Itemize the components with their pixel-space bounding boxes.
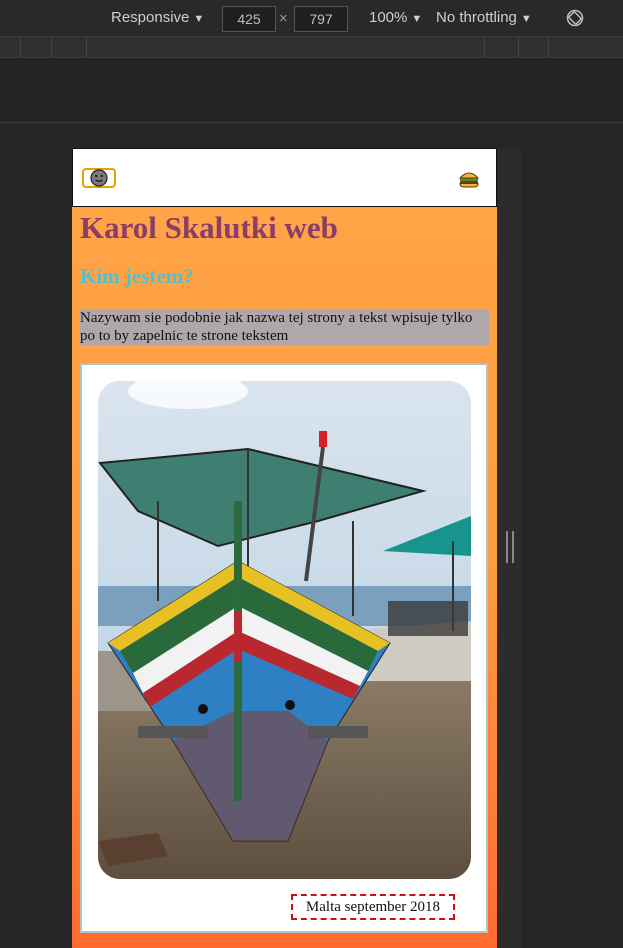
burger-icon[interactable] bbox=[458, 170, 480, 188]
ruler-segment bbox=[51, 37, 52, 57]
device-select-label: Responsive bbox=[111, 9, 190, 26]
navbar bbox=[72, 148, 497, 207]
media-query-bar bbox=[0, 37, 623, 58]
smiley-face-icon bbox=[90, 169, 108, 187]
throttling-select-label: No throttling bbox=[436, 9, 517, 26]
photo-caption: Malta september 2018 bbox=[291, 894, 455, 920]
width-input[interactable]: 425 bbox=[222, 6, 276, 32]
logo-button[interactable] bbox=[82, 168, 116, 188]
ruler-segment bbox=[484, 37, 485, 57]
intro-paragraph: Nazywam sie podobnie jak nazwa tej stron… bbox=[80, 309, 489, 345]
ruler-segment bbox=[20, 37, 21, 57]
ruler-segment bbox=[518, 37, 519, 57]
chevron-down-icon: ▼ bbox=[520, 13, 532, 25]
ruler-area bbox=[0, 58, 623, 123]
dimension-separator: × bbox=[279, 10, 288, 27]
resize-handle[interactable] bbox=[506, 531, 514, 563]
photo-card: Malta september 2018 bbox=[80, 363, 488, 933]
zoom-select-label: 100% bbox=[369, 9, 408, 26]
device-select[interactable]: Responsive ▼ bbox=[111, 9, 204, 26]
throttling-select[interactable]: No throttling ▼ bbox=[436, 9, 532, 26]
page-viewport: Karol Skalutki web Kim jestem? Nazywam s… bbox=[72, 148, 497, 948]
height-input[interactable]: 797 bbox=[294, 6, 348, 32]
boat-illustration bbox=[98, 381, 471, 879]
rotate-icon[interactable] bbox=[566, 9, 584, 27]
section-heading: Kim jestem? bbox=[80, 264, 194, 288]
devtools-toolbar: Responsive ▼ 425 × 797 100% ▼ No throttlin… bbox=[0, 0, 623, 37]
chevron-down-icon: ▼ bbox=[411, 13, 423, 25]
chevron-down-icon: ▼ bbox=[193, 13, 205, 25]
boat-photo bbox=[98, 381, 471, 879]
page-title: Karol Skalutki web bbox=[80, 210, 338, 245]
main-section: Karol Skalutki web Kim jestem? Nazywam s… bbox=[72, 207, 497, 948]
ruler-segment bbox=[548, 37, 549, 57]
zoom-select[interactable]: 100% ▼ bbox=[369, 9, 422, 26]
ruler-segment bbox=[86, 37, 87, 57]
